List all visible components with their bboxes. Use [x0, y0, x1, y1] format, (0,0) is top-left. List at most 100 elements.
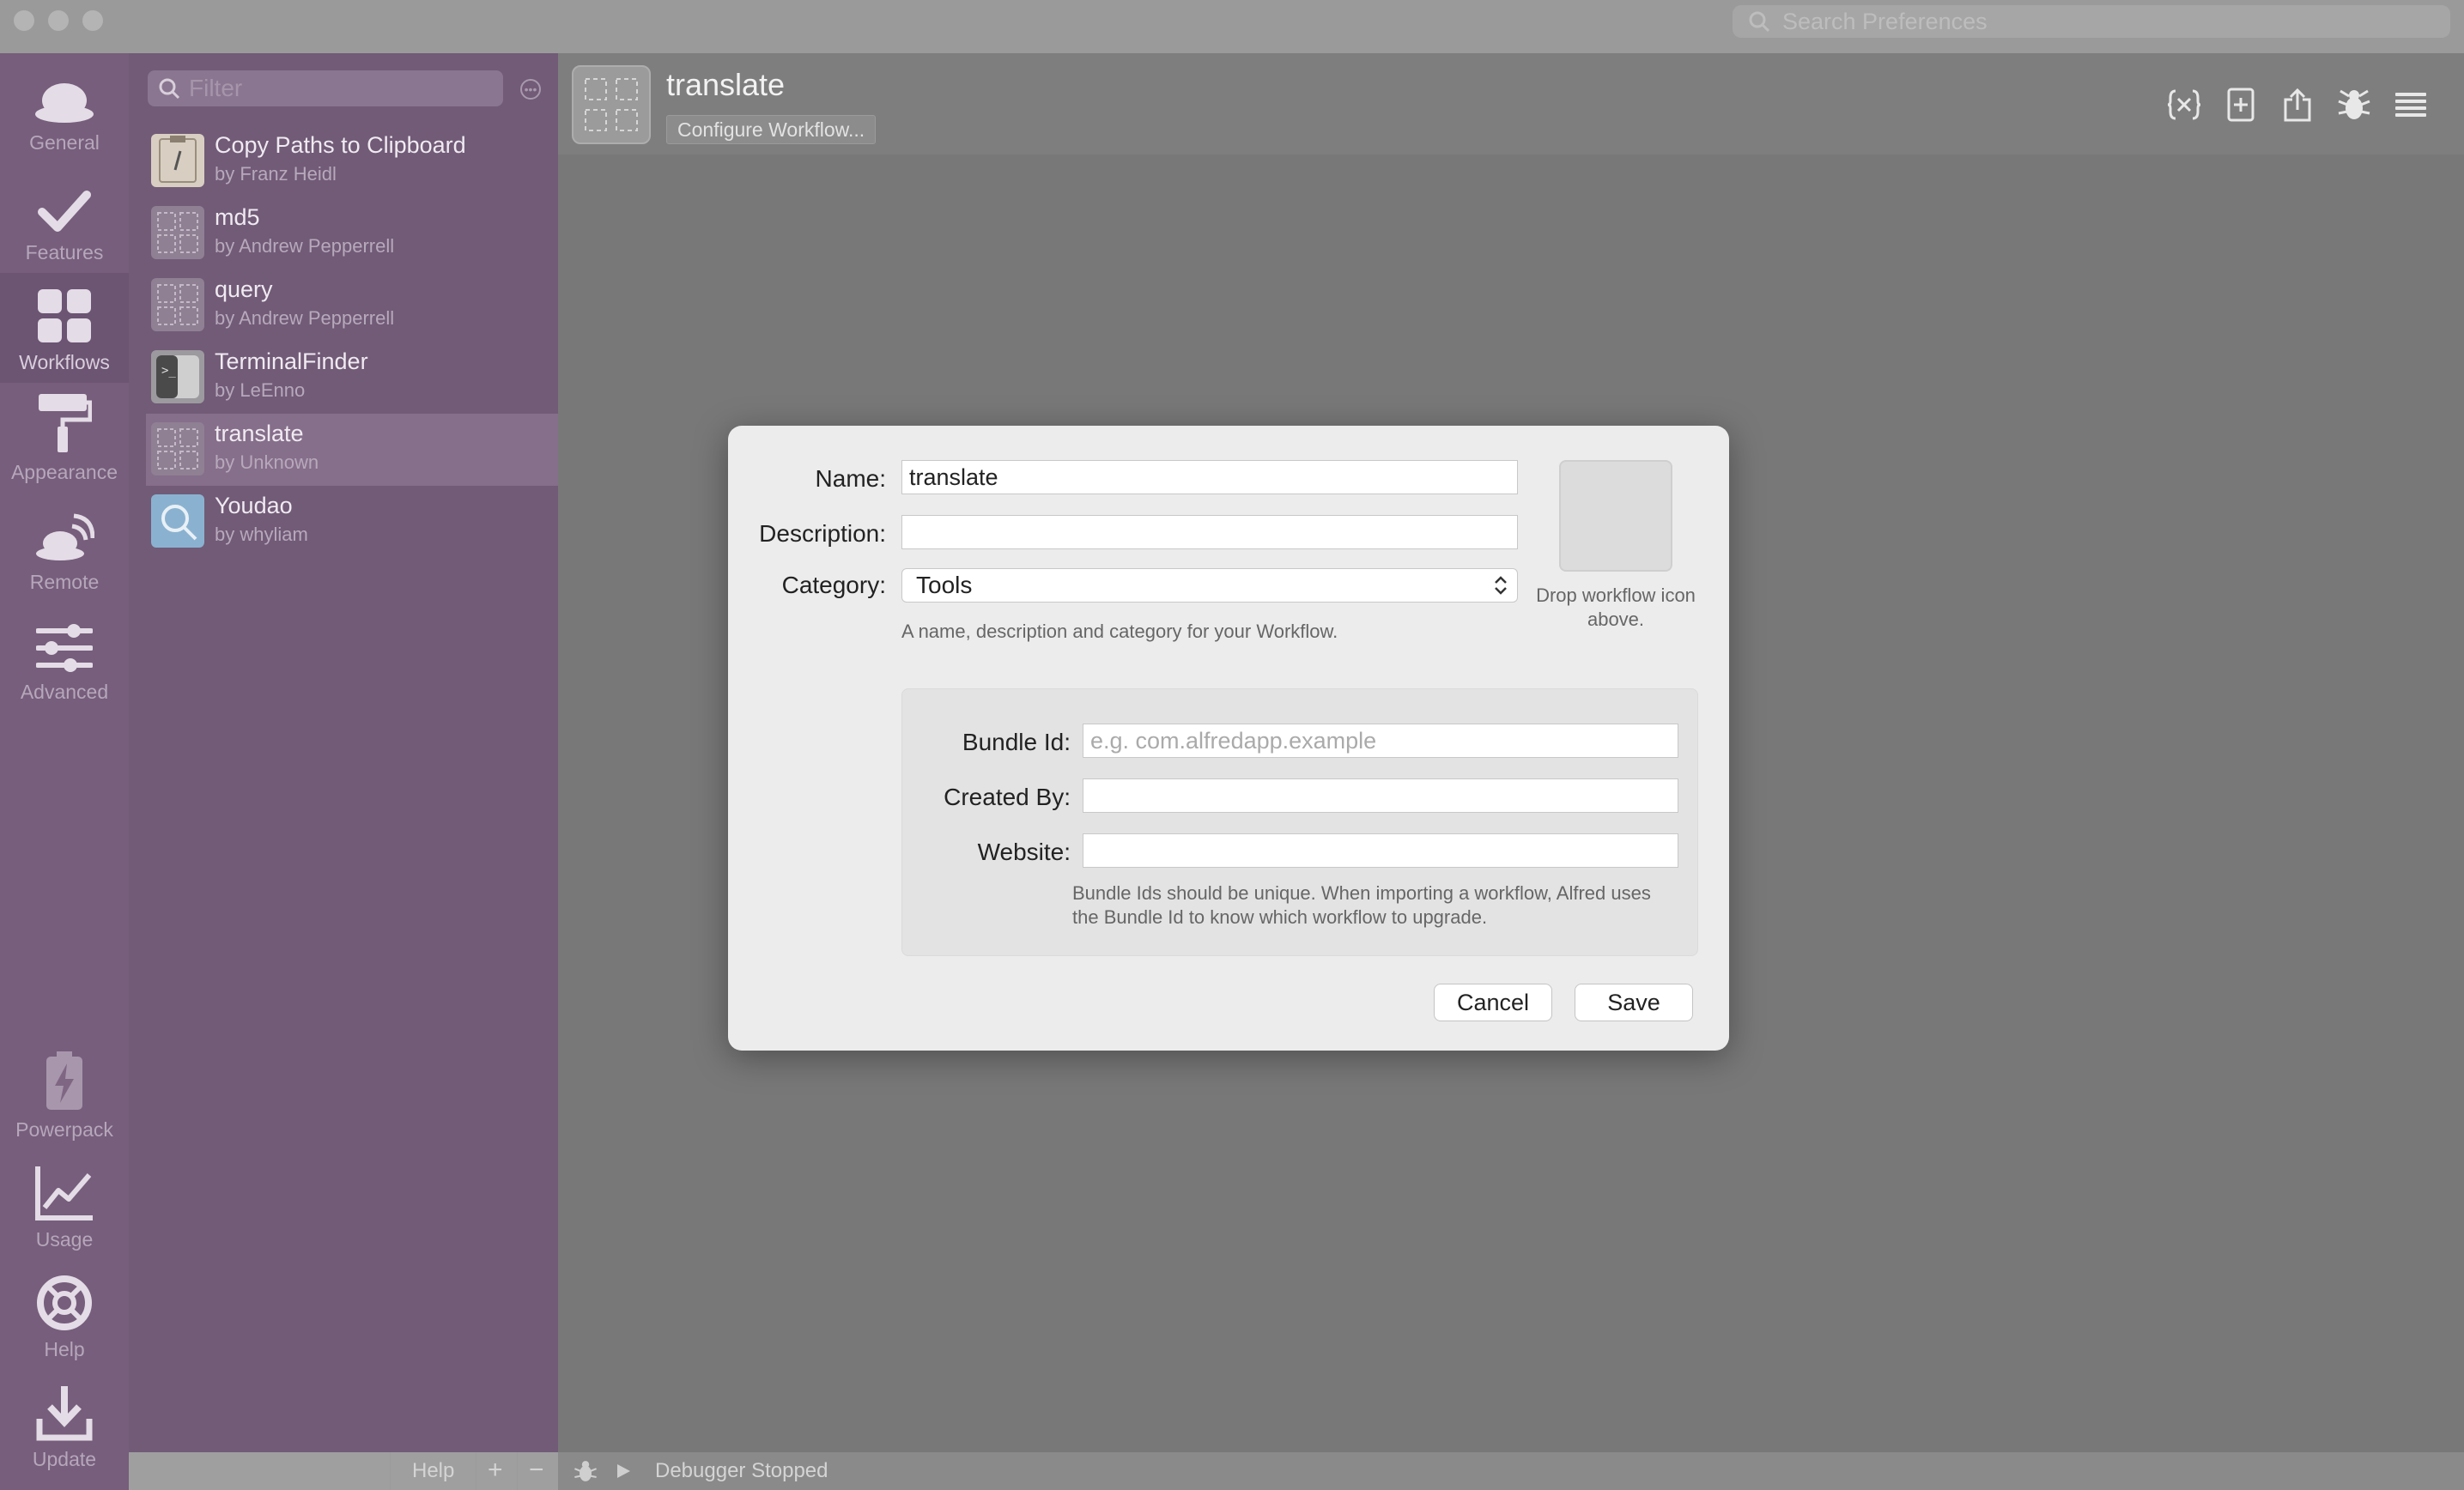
workflow-placeholder-icon	[151, 278, 204, 331]
sliders-icon	[36, 624, 93, 672]
workflow-item-copy-paths[interactable]: Copy Paths to Clipboard by Franz Heidl	[146, 125, 558, 197]
cancel-button[interactable]: Cancel	[1434, 984, 1552, 1021]
remote-signal-icon	[36, 513, 94, 560]
workflow-icon[interactable]	[572, 65, 651, 144]
export-icon[interactable]	[2279, 86, 2316, 124]
nav-help[interactable]: Help	[0, 1260, 129, 1370]
workflow-item-translate[interactable]: translate by Unknown	[146, 414, 558, 486]
name-label: Name:	[815, 465, 886, 492]
nav-usage[interactable]: Usage	[0, 1150, 129, 1260]
workflow-placeholder-icon	[151, 422, 204, 475]
category-select[interactable]: Tools	[901, 568, 1518, 603]
configure-workflow-button[interactable]: Configure Workflow...	[666, 115, 877, 144]
bundle-id-hint: Bundle Ids should be unique. When import…	[1072, 882, 1651, 928]
bundle-info-panel: Bundle Id: Created By: Website: Bundle I…	[901, 688, 1698, 956]
general-hint: A name, description and category for you…	[901, 621, 1338, 642]
filter-options-icon[interactable]: •••	[520, 79, 541, 100]
menu-list-icon[interactable]	[2392, 86, 2430, 124]
nav-advanced[interactable]: Advanced	[0, 603, 129, 712]
title-bar: Search Preferences	[0, 0, 2464, 53]
variables-icon[interactable]	[2165, 86, 2203, 124]
debug-bug-icon[interactable]	[2335, 86, 2373, 124]
nav-update[interactable]: Update	[0, 1370, 129, 1480]
search-preferences-field[interactable]: Search Preferences	[1733, 5, 2450, 38]
filter-input[interactable]: Filter	[148, 70, 503, 106]
svg-text:>_: >_	[161, 364, 176, 378]
debug-bug-icon[interactable]	[574, 1459, 598, 1483]
workflow-title: translate	[215, 421, 304, 446]
workflow-title: Youdao	[215, 493, 293, 518]
nav-appearance-label: Appearance	[10, 461, 118, 483]
nav-workflows-label: Workflows	[19, 351, 110, 373]
workflow-author: by Andrew Pepperrell	[215, 307, 395, 329]
nav-workflows[interactable]: Workflows	[0, 273, 129, 383]
website-field[interactable]	[1083, 833, 1678, 868]
website-label: Website:	[977, 839, 1071, 865]
nav-appearance[interactable]: Appearance	[0, 383, 129, 493]
description-field[interactable]	[901, 515, 1518, 549]
bundle-id-label: Bundle Id:	[962, 729, 1071, 755]
workflow-author: by Franz Heidl	[215, 163, 337, 185]
nav-powerpack[interactable]: Powerpack	[0, 1040, 129, 1150]
preferences-nav: General Features Workflows Appearance Re…	[0, 53, 129, 1490]
nav-features-label: Features	[25, 241, 104, 263]
workflow-item-terminalfinder[interactable]: >_ TerminalFinder by LeEnno	[146, 342, 558, 414]
chevron-updown-icon	[1495, 576, 1507, 595]
lifebuoy-icon	[37, 1275, 92, 1330]
finder-terminal-icon: >_	[151, 350, 204, 403]
nav-powerpack-label: Powerpack	[15, 1118, 113, 1141]
search-icon	[1749, 11, 1770, 33]
remove-workflow-button[interactable]: −	[529, 1456, 544, 1485]
workflow-title: md5	[215, 204, 260, 230]
nav-features[interactable]: Features	[0, 163, 129, 273]
workflow-item-query[interactable]: query by Andrew Pepperrell	[146, 270, 558, 342]
category-value: Tools	[916, 572, 973, 598]
workflow-author: by Unknown	[215, 451, 319, 473]
nav-remote[interactable]: Remote	[0, 493, 129, 603]
category-label: Category:	[781, 572, 886, 598]
workflow-title: query	[215, 276, 273, 302]
nav-general-label: General	[29, 131, 100, 154]
nav-usage-label: Usage	[35, 1228, 94, 1251]
play-icon[interactable]	[615, 1463, 632, 1480]
close-window-button[interactable]	[14, 10, 34, 31]
debugger-status: Debugger Stopped	[655, 1459, 828, 1482]
save-button[interactable]: Save	[1575, 984, 1693, 1021]
created-by-label: Created By:	[944, 784, 1071, 810]
paint-roller-icon	[39, 394, 92, 452]
nav-help-label: Help	[44, 1338, 85, 1360]
add-workflow-button[interactable]: +	[488, 1456, 503, 1485]
cloud-hat-icon	[35, 83, 94, 123]
workflow-name: translate	[666, 67, 786, 102]
bundle-id-field[interactable]	[1083, 724, 1678, 758]
workflow-title: Copy Paths to Clipboard	[215, 132, 466, 158]
search-preferences-placeholder: Search Preferences	[1782, 8, 1988, 34]
divider	[390, 1452, 391, 1490]
drop-icon-hint: Drop workflow icon above.	[1536, 584, 1696, 630]
workflow-author: by whyliam	[215, 524, 308, 545]
help-button[interactable]: Help	[412, 1459, 454, 1483]
workflows-grid-icon	[38, 289, 91, 342]
status-bar: Help + − Debugger Stopped	[129, 1452, 2464, 1490]
nav-update-label: Update	[32, 1448, 97, 1470]
icon-drop-well[interactable]	[1559, 460, 1672, 572]
nav-advanced-label: Advanced	[20, 681, 109, 703]
workflow-config-dialog: Name: Description: Category: Tools A nam…	[728, 426, 1729, 1051]
filter-placeholder: Filter	[189, 75, 243, 101]
battery-bolt-icon	[46, 1051, 82, 1110]
name-field[interactable]	[901, 460, 1518, 494]
minimize-window-button[interactable]	[48, 10, 69, 31]
zoom-window-button[interactable]	[82, 10, 103, 31]
line-chart-icon	[35, 1166, 93, 1220]
workflow-author: by LeEnno	[215, 379, 306, 401]
workflow-placeholder-icon	[151, 206, 204, 259]
checkmark-icon	[38, 191, 91, 232]
workflow-item-md5[interactable]: md5 by Andrew Pepperrell	[146, 197, 558, 270]
divider	[517, 1452, 518, 1490]
nav-general[interactable]: General	[0, 53, 129, 163]
add-object-icon[interactable]	[2222, 86, 2260, 124]
workflow-item-youdao[interactable]: Youdao by whyliam	[146, 486, 558, 558]
created-by-field[interactable]	[1083, 778, 1678, 813]
youdao-icon	[151, 494, 204, 548]
description-label: Description:	[759, 520, 886, 547]
